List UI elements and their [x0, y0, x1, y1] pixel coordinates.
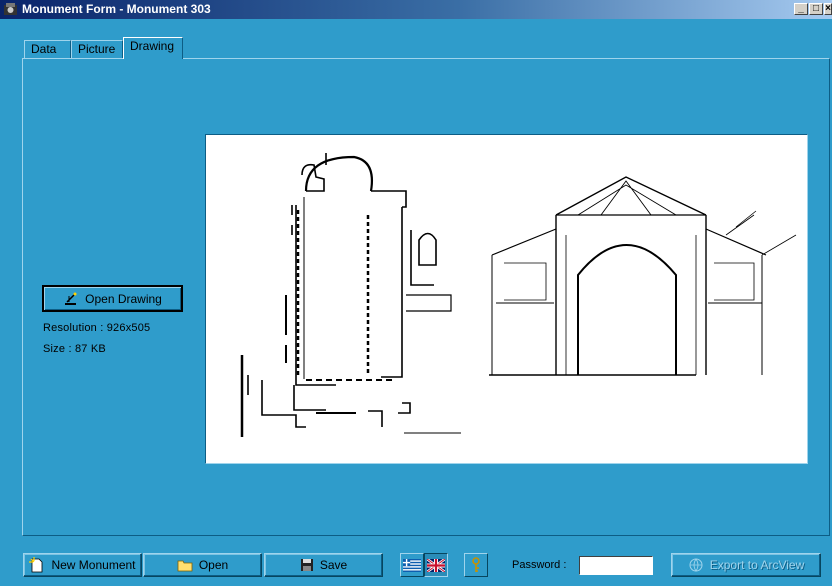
password-label: Password : [512, 559, 567, 571]
open-label: Open [198, 558, 229, 572]
title-bar: Monument Form - Monument 303 _ □ × [0, 0, 832, 19]
key-icon [472, 557, 480, 572]
greek-flag-icon [403, 558, 421, 572]
resolution-text: Resolution : 926x505 [43, 322, 151, 334]
globe-icon [689, 558, 703, 572]
save-label: Save [319, 558, 348, 572]
tab-data[interactable]: Data [24, 40, 71, 58]
minimize-button[interactable]: _ [794, 3, 808, 15]
tab-picture[interactable]: Picture [71, 40, 123, 58]
greek-language-button[interactable] [400, 553, 424, 577]
export-arcview-button[interactable]: Export to ArcView [671, 553, 821, 577]
size-text: Size : 87 KB [43, 343, 106, 355]
architectural-drawing-image [240, 153, 797, 437]
tab-drawing[interactable]: Drawing [123, 37, 183, 59]
drawing-tool-icon [65, 292, 77, 305]
app-icon[interactable] [3, 2, 18, 17]
floppy-disk-icon [300, 559, 313, 571]
maximize-button[interactable]: □ [809, 3, 823, 15]
drawing-image [205, 134, 808, 464]
window-title: Monument Form - Monument 303 [22, 2, 211, 16]
open-drawing-label: Open Drawing [85, 291, 162, 306]
open-drawing-button[interactable]: Open Drawing [42, 285, 183, 312]
folder-icon [177, 560, 193, 572]
save-button[interactable]: Save [264, 553, 383, 577]
export-label: Export to ArcView [709, 558, 805, 572]
new-monument-button[interactable]: New Monument [23, 553, 142, 577]
english-language-button[interactable] [424, 553, 448, 577]
new-document-icon [29, 557, 43, 573]
new-monument-label: New Monument [51, 558, 136, 572]
key-button[interactable] [464, 553, 488, 577]
password-input[interactable] [579, 556, 653, 575]
close-button[interactable]: × [824, 3, 832, 15]
open-button[interactable]: Open [143, 553, 262, 577]
uk-flag-icon [427, 558, 445, 572]
